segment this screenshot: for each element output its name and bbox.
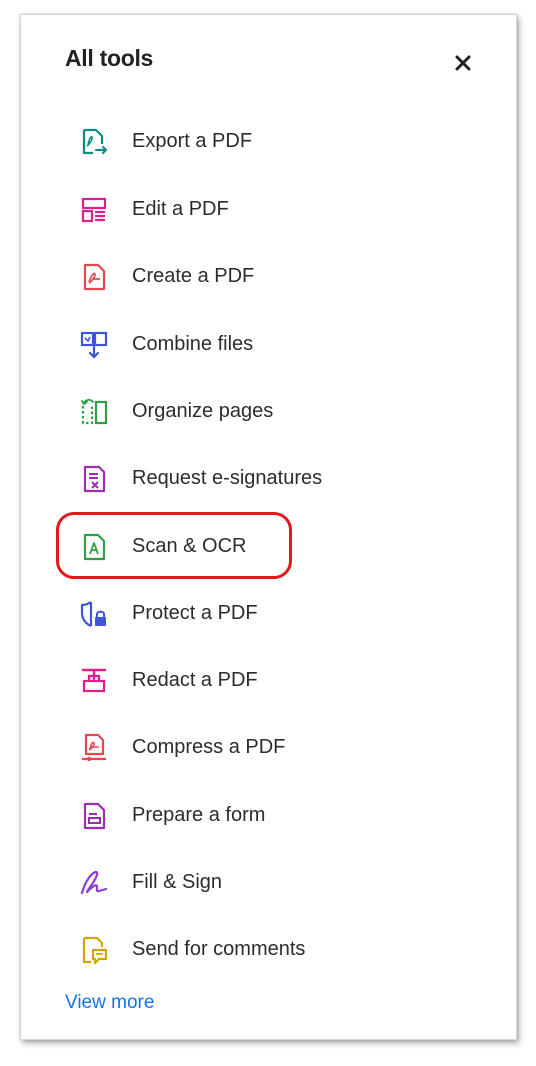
redact-pdf-icon (81, 668, 107, 693)
tool-label: Prepare a form (132, 804, 266, 826)
all-tools-panel: All tools Export a PDF Edit a PDF Create… (20, 14, 517, 1040)
tool-prepare-form[interactable]: Prepare a form (79, 792, 459, 840)
edit-pdf-icon (81, 197, 107, 223)
tool-request-esignatures[interactable]: Request e-signatures (79, 455, 459, 503)
compress-pdf-icon (82, 733, 106, 762)
tool-create-pdf[interactable]: Create a PDF (79, 253, 459, 301)
panel-title: All tools (65, 45, 154, 71)
tool-label: Protect a PDF (132, 602, 258, 624)
tool-label: Compress a PDF (132, 736, 286, 758)
protect-pdf-icon (80, 601, 106, 628)
tool-compress-pdf[interactable]: Compress a PDF (79, 724, 459, 772)
tool-export-pdf[interactable]: Export a PDF (79, 118, 459, 166)
prepare-form-icon (83, 802, 106, 830)
tool-protect-pdf[interactable]: Protect a PDF (79, 590, 459, 638)
tool-label: Redact a PDF (132, 669, 258, 691)
view-more-link[interactable]: View more (65, 992, 154, 1014)
send-comments-icon (82, 936, 108, 965)
tool-label: Create a PDF (132, 265, 255, 287)
tool-label: Fill & Sign (132, 871, 223, 893)
tool-edit-pdf[interactable]: Edit a PDF (79, 186, 459, 234)
fill-sign-icon (80, 870, 108, 895)
tool-label: Edit a PDF (132, 198, 229, 220)
create-pdf-icon (83, 263, 106, 291)
highlight-annotation (56, 512, 292, 579)
tool-redact-pdf[interactable]: Redact a PDF (79, 657, 459, 705)
tool-combine-files[interactable]: Combine files (79, 321, 459, 369)
tool-label: Combine files (132, 333, 254, 355)
tool-label: Export a PDF (132, 130, 253, 152)
tool-send-comments[interactable]: Send for comments (79, 926, 459, 974)
close-icon (455, 55, 471, 71)
tool-organize-pages[interactable]: Organize pages (79, 388, 459, 436)
export-pdf-icon (82, 128, 107, 155)
tool-label: Organize pages (132, 400, 274, 422)
tool-fill-sign[interactable]: Fill & Sign (79, 859, 459, 907)
tool-label: Request e-signatures (132, 467, 323, 489)
request-esignatures-icon (83, 465, 106, 493)
organize-pages-icon (81, 398, 108, 425)
tool-label: Send for comments (132, 938, 306, 960)
close-button[interactable] (451, 51, 475, 75)
combine-files-icon (80, 331, 108, 359)
